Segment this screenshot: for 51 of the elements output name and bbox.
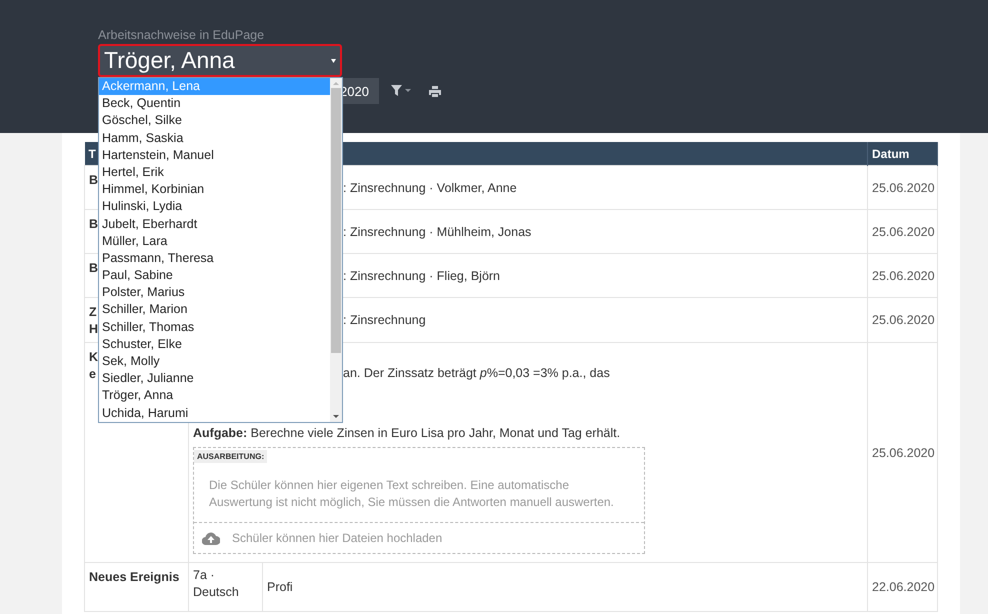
entry-date: 25.06.2020	[872, 268, 935, 282]
task-assignment: Aufgabe: Berechne viele Zinsen in Euro Lisa pro Jahr, Monat und Tag erhält.	[193, 425, 622, 442]
student-option[interactable]: Siedler, Julianne	[99, 370, 330, 388]
student-option[interactable]: Uchida, Harumi	[99, 404, 330, 422]
entry-type: Neues Ereignis	[89, 569, 180, 586]
cloud-upload-icon	[202, 532, 220, 544]
student-option[interactable]: Schiller, Marion	[99, 301, 330, 319]
student-option[interactable]: Jubelt, Eberhardt	[99, 216, 330, 233]
student-option[interactable]: Göschel, Silke	[99, 112, 330, 130]
entry-title: : Zinsrechnung · Volkmer, Anne	[343, 180, 517, 194]
class-subject: 7a · Deutsch	[193, 568, 239, 599]
student-option[interactable]: Himmel, Korbinian	[99, 181, 330, 198]
entry-date: 25.06.2020	[872, 224, 935, 238]
entry-date: 22.06.2020	[872, 580, 935, 594]
answer-placeholder: Die Schüler können hier eigenen Text schreiben. Eine automatische Auswertung ist nicht möglich, Sie müssen die Antworten manuell auswerten.	[194, 463, 644, 523]
student-option[interactable]: Beck, Quentin	[99, 95, 330, 112]
entry-type: B	[89, 260, 98, 277]
student-option[interactable]: Passmann, Theresa	[99, 250, 330, 268]
student-option[interactable]: Tröger, Anna	[99, 387, 330, 405]
student-option[interactable]: Polster, Marius	[99, 284, 330, 302]
entry-type: K	[89, 349, 98, 366]
task-text: an. Der Zinssatz beträgt p%=0,03 =3% p.a., das	[342, 365, 611, 382]
student-option[interactable]: Hulinski, Lydia	[99, 198, 330, 216]
student-option[interactable]: Sek, Molly	[99, 353, 330, 370]
scrollbar[interactable]	[330, 78, 342, 422]
entry-date: 25.06.2020	[872, 446, 935, 460]
entry-date: 25.06.2020	[872, 180, 935, 194]
entry-title: : Zinsrechnung	[343, 313, 426, 327]
entry-type: e	[89, 366, 96, 383]
print-icon[interactable]	[428, 86, 441, 96]
page-subtitle: Arbeitsnachweise in EduPage	[98, 27, 266, 43]
student-select[interactable]: Tröger, Anna	[98, 44, 342, 77]
column-header: Datum	[868, 142, 938, 166]
entry-type: Z	[89, 304, 97, 321]
entry-type: B	[89, 172, 98, 189]
entry-type: H	[89, 321, 98, 338]
student-option[interactable]: Müller, Lara	[99, 232, 330, 250]
student-option[interactable]: Paul, Sabine	[99, 267, 330, 284]
upload-hint: Schüler können hier Dateien hochladen	[232, 531, 442, 545]
entry-title: : Zinsrechnung · Flieg, Björn	[343, 268, 500, 282]
caret-icon	[331, 58, 336, 62]
entry-title: Profi	[267, 580, 293, 594]
entry-type: B	[89, 216, 98, 233]
student-option[interactable]: Schiller, Thomas	[99, 318, 330, 336]
student-option[interactable]: Hertel, Erik	[99, 164, 330, 182]
entry-date: 25.06.2020	[872, 313, 935, 327]
answer-box-label: AUSARBEITUNG:	[194, 450, 268, 463]
filter-icon[interactable]	[390, 85, 413, 97]
student-option[interactable]: Schuster, Elke	[99, 336, 330, 353]
answer-box[interactable]: AUSARBEITUNG: Die Schüler können hier eigenen Text schreiben. Eine automatische Auswertung ist nicht möglich, Sie müssen die Antworten manuell auswerten. Schüler können hier Dateien hochladen	[193, 447, 645, 554]
entry-title: : Zinsrechnung · Mühlheim, Jonas	[343, 224, 532, 238]
